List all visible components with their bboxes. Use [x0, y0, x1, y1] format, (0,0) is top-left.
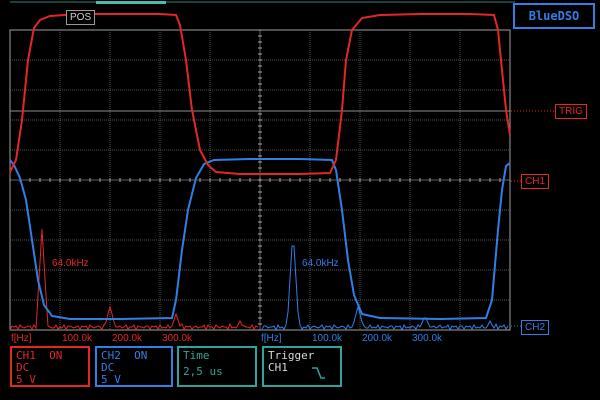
ch2-fft-axis-unit: f[Hz] [261, 333, 282, 344]
ch1-fft-tick-3: 300.0k [162, 333, 193, 344]
ch1-peak-frequency: 64.0kHz [52, 258, 89, 269]
ch2-scale: 5 V [101, 373, 121, 386]
ch2-fft-tick-1: 100.0k [312, 333, 343, 344]
trigger-level-marker[interactable]: TRIG [555, 104, 587, 119]
scope-display[interactable]: 64.0kHz 64.0kHz f[Hz] 100.0k 200.0k 300.… [0, 0, 600, 400]
timebase-scrollbar-track[interactable] [10, 1, 515, 3]
ch2-offset-marker[interactable]: CH2 [521, 320, 550, 335]
ch1-scale: 5 V [16, 373, 36, 386]
ch2-fft-tick-2: 200.0k [362, 333, 393, 344]
ch1-fft-tick-1: 100.0k [62, 333, 93, 344]
ch2-peak-frequency: 64.0kHz [302, 258, 339, 269]
ch1-state: ON [49, 349, 63, 362]
trigger-panel[interactable]: Trigger CH1 [262, 346, 342, 387]
ch2-settings-panel[interactable]: CH2 ON DC 5 V [95, 346, 173, 387]
position-indicator-label: POS [66, 10, 96, 25]
ch2-fft-tick-3: 300.0k [412, 333, 443, 344]
ch1-fft-axis-unit: f[Hz] [11, 333, 32, 344]
ch1-fft-tick-2: 200.0k [112, 333, 143, 344]
oscilloscope-screen: 64.0kHz 64.0kHz f[Hz] 100.0k 200.0k 300.… [0, 0, 600, 400]
timebase-label: Time [183, 349, 210, 362]
timebase-value: 2,5 us [183, 365, 223, 378]
app-title-badge: BlueDSO [513, 3, 595, 29]
ch1-settings-panel[interactable]: CH1 ON DC 5 V [10, 346, 90, 387]
ch1-spectrum-trace [9, 228, 259, 332]
ch1-offset-marker[interactable]: CH1 [521, 174, 550, 189]
timebase-scrollbar-thumb[interactable] [96, 1, 166, 4]
graticule [9, 29, 511, 331]
ch2-state: ON [134, 349, 148, 362]
falling-edge-icon [312, 367, 325, 379]
timebase-panel[interactable]: Time 2,5 us [177, 346, 257, 387]
